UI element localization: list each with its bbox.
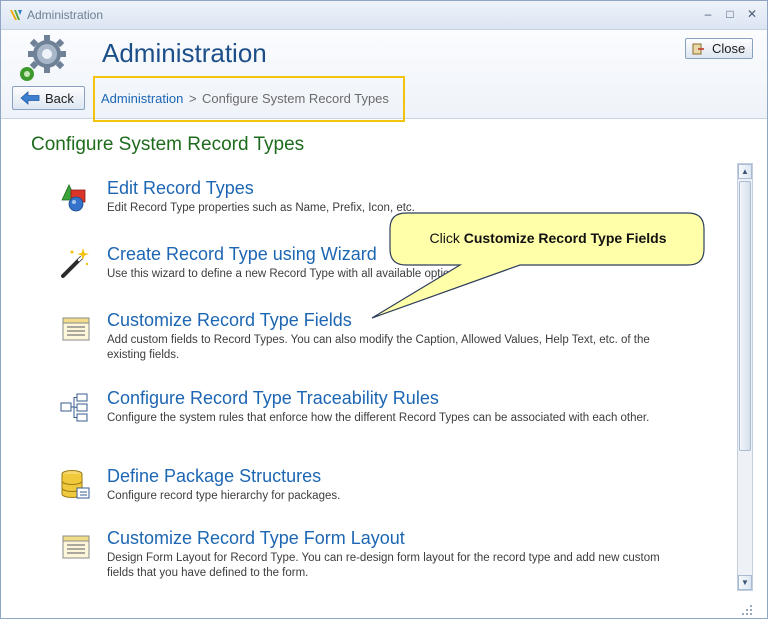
close-window-icon[interactable]: ✕ (745, 7, 759, 21)
close-button[interactable]: Close (685, 38, 753, 59)
back-button-label: Back (45, 91, 74, 106)
window-title: Administration (27, 8, 104, 22)
back-arrow-icon (20, 91, 40, 105)
section-title: Configure System Record Types (31, 134, 305, 155)
app-logo-icon (10, 10, 22, 20)
list-item-customize-form-layout[interactable]: Customize Record Type Form Layout Design… (57, 528, 677, 584)
maximize-icon[interactable]: □ (723, 7, 737, 21)
administration-window: Administration – □ ✕ Administration Back… (0, 0, 768, 619)
resize-grip-icon[interactable] (741, 604, 753, 616)
minimize-icon[interactable]: – (701, 7, 715, 21)
vertical-scrollbar[interactable]: ▲ ▼ (737, 163, 753, 591)
scroll-down-icon[interactable]: ▼ (738, 575, 752, 590)
callout-text: Click Customize Record Type Fields (392, 214, 704, 262)
list-item-define-package-structures[interactable]: Define Package Structures Configure reco… (57, 466, 677, 512)
callout-emphasis: Customize Record Type Fields (463, 230, 667, 246)
settings-gear-icon (20, 35, 66, 81)
title-bar: Administration – □ ✕ (1, 1, 767, 30)
item-description: Configure record type hierarchy for pack… (107, 490, 341, 502)
form-fields-icon (62, 317, 90, 341)
item-title[interactable]: Customize Record Type Form Layout (107, 528, 405, 549)
item-title[interactable]: Edit Record Types (107, 178, 254, 199)
item-title[interactable]: Define Package Structures (107, 466, 321, 487)
list-item-configure-traceability-rules[interactable]: Configure Record Type Traceability Rules… (57, 388, 677, 444)
item-description: Design Form Layout for Record Type. You … (107, 552, 660, 579)
callout-prefix: Click (429, 230, 464, 246)
close-door-icon (692, 43, 704, 55)
item-title[interactable]: Configure Record Type Traceability Rules (107, 388, 439, 409)
list-item-customize-record-type-fields[interactable]: Customize Record Type Fields Add custom … (57, 310, 677, 366)
page-header: Administration Back Close Administration… (1, 30, 767, 122)
item-title[interactable]: Create Record Type using Wizard (107, 244, 377, 265)
breadcrumb-separator: > (189, 91, 197, 106)
item-description: Configure the system rules that enforce … (107, 412, 650, 424)
back-button[interactable]: Back (12, 86, 85, 110)
form-layout-icon (62, 535, 90, 559)
scroll-up-icon[interactable]: ▲ (738, 164, 752, 179)
wizard-wand-icon (61, 248, 89, 278)
package-database-icon (61, 470, 90, 499)
scrollbar-thumb[interactable] (739, 181, 751, 451)
page-title: Administration (102, 38, 267, 68)
item-description: Use this wizard to define a new Record T… (107, 268, 465, 280)
traceability-tree-icon (60, 393, 88, 422)
item-title[interactable]: Customize Record Type Fields (107, 310, 352, 331)
breadcrumb: Administration > Configure System Record… (93, 76, 405, 122)
breadcrumb-link-administration[interactable]: Administration (101, 91, 183, 106)
item-description: Add custom fields to Record Types. You c… (107, 334, 650, 361)
breadcrumb-current: Configure System Record Types (202, 91, 389, 106)
record-types-icon (61, 184, 86, 212)
close-button-label: Close (712, 41, 746, 56)
